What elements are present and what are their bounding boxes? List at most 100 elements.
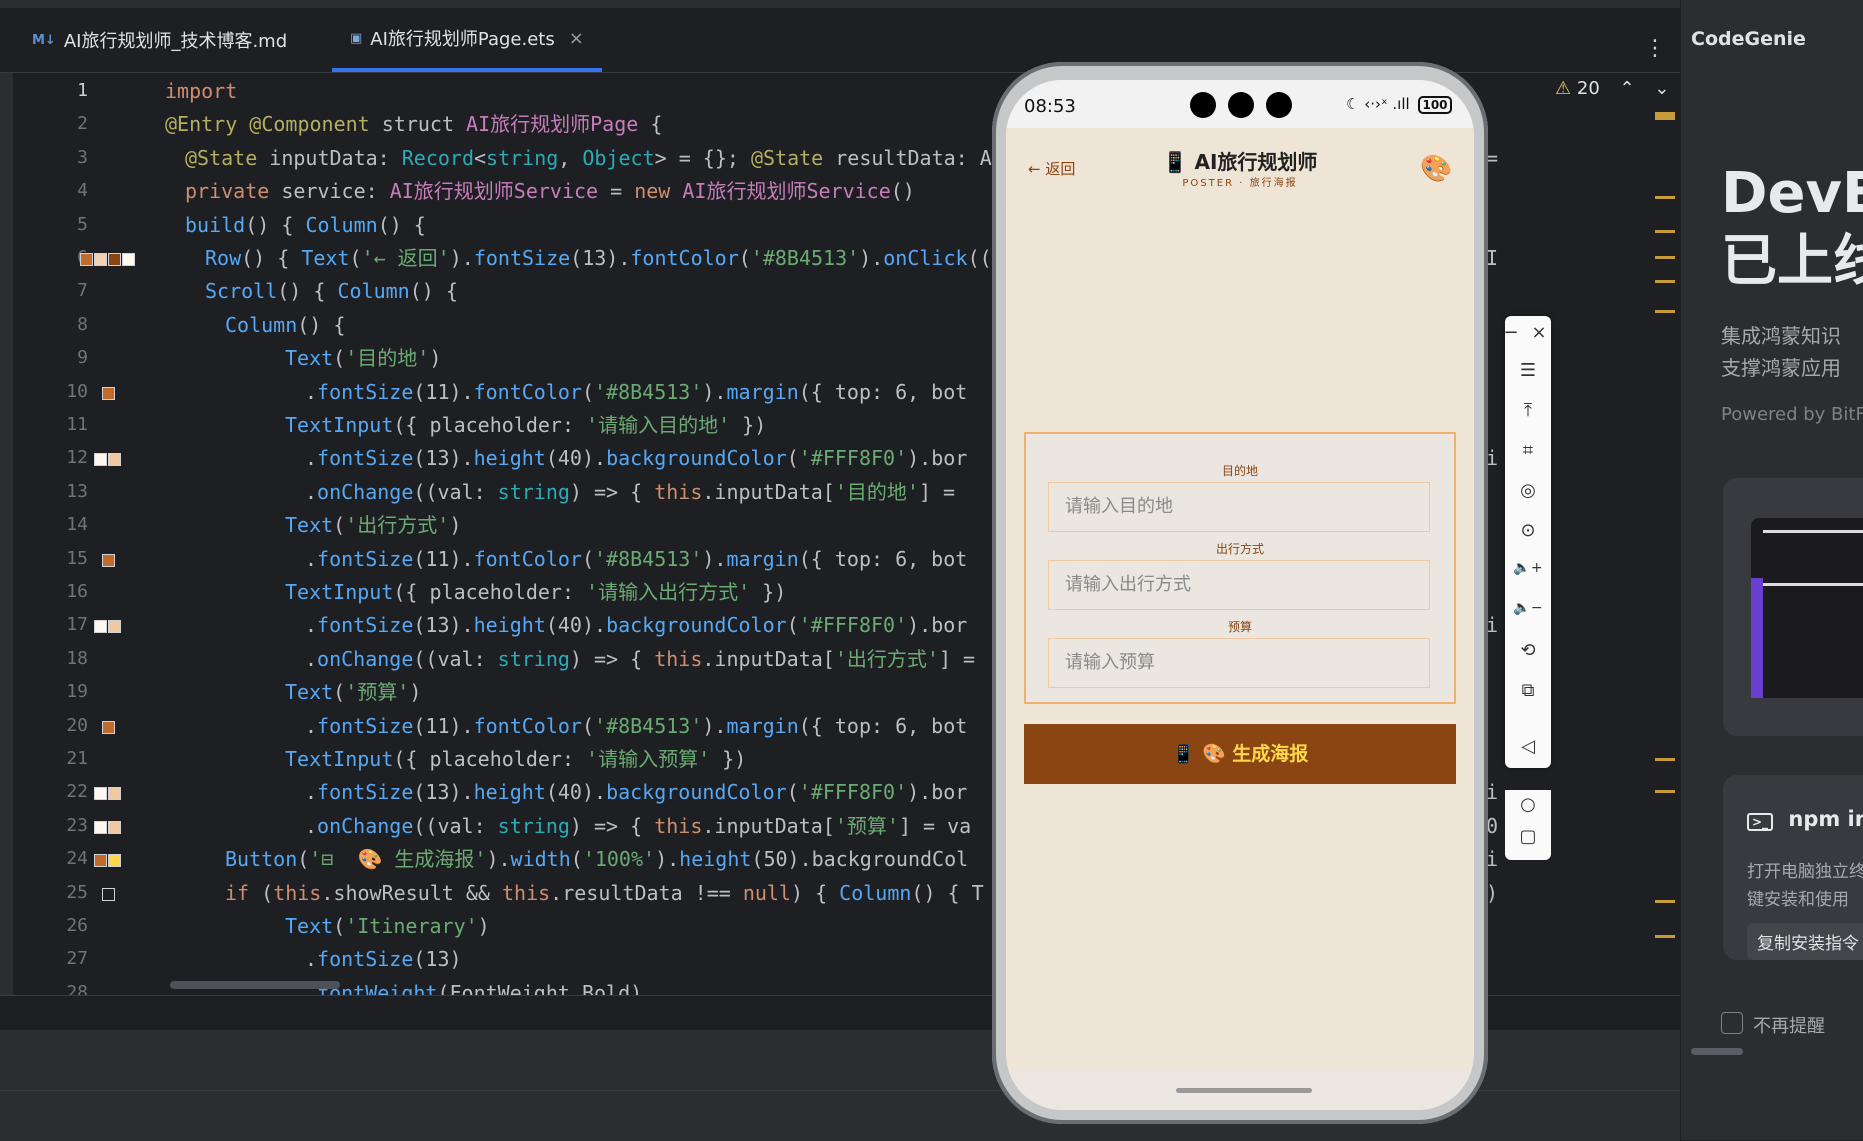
more-options-icon[interactable]: ⋮ (1644, 36, 1666, 61)
headline-line-1: DevEc (1721, 161, 1863, 226)
code-line[interactable]: if (this.showResult && this.resultData !… (225, 877, 984, 910)
code-token: .inputData[ (702, 813, 835, 838)
code-token: AI旅行规划师Service (682, 179, 891, 204)
color-swatch-icon[interactable] (102, 720, 115, 734)
code-token: margin (726, 546, 799, 571)
generate-poster-button[interactable]: 📱 🎨 生成海报 (1024, 724, 1456, 784)
code-line[interactable]: TextInput({ placeholder: '请输入预算' }) (285, 743, 746, 776)
budget-label: 预算 (1227, 620, 1252, 634)
code-line[interactable]: import (165, 75, 237, 108)
travel-mode-input[interactable]: 请输入出行方式 (1048, 560, 1430, 610)
code-line[interactable]: Text('Itinerary') (285, 910, 490, 943)
code-line[interactable]: @State inputData: Record<string, Object>… (185, 142, 992, 175)
code-token: private (185, 179, 270, 204)
code-token: Button (225, 847, 298, 872)
volume-down-icon[interactable]: 🔈− (1505, 600, 1551, 616)
code-line[interactable]: Text('出行方式') (285, 509, 461, 542)
rotate-icon[interactable]: ⟲ (1505, 640, 1551, 661)
screenshot-icon[interactable]: ⊙ (1505, 520, 1551, 541)
code-token: (11). (413, 379, 474, 404)
color-swatch-icon[interactable] (108, 854, 121, 868)
pin-top-icon[interactable]: ⤒ (1505, 400, 1551, 421)
code-token: Text (285, 680, 334, 705)
menu-icon[interactable]: ☰ (1505, 360, 1551, 381)
color-swatch-icon[interactable] (108, 820, 121, 834)
dont-remind-checkbox[interactable] (1721, 1012, 1743, 1034)
color-swatch-icon[interactable] (108, 253, 121, 266)
code-token: () (890, 179, 915, 204)
line-number: 12 (66, 447, 88, 469)
code-token: @State (750, 145, 824, 170)
crop-icon[interactable]: ⌗ (1505, 440, 1551, 461)
code-token: TextInput (285, 580, 394, 604)
recents-nav-icon[interactable]: ▢ (1505, 826, 1551, 847)
color-swatch-icon[interactable] (94, 787, 107, 801)
status-time: 08:53 (1024, 96, 1076, 117)
tab-ets-file[interactable]: ▣ AI旅行规划师Page.ets × (332, 8, 602, 72)
codegenie-headline: DevEc 已上线 (1721, 160, 1863, 296)
color-swatch-icon[interactable] (94, 854, 107, 868)
color-swatch-icon[interactable] (80, 253, 93, 266)
code-line[interactable]: @Entry @Component struct AI旅行规划师Page { (165, 108, 662, 141)
previous-warning-icon[interactable]: ⌃ (1620, 78, 1635, 99)
code-line[interactable]: .fontWeight(FontWeight.Bold) (305, 977, 642, 995)
home-nav-icon[interactable]: ○ (1505, 794, 1551, 815)
code-line[interactable]: .fontSize(11).fontColor('#8B4513').margi… (305, 543, 967, 576)
promo-card[interactable] (1723, 478, 1863, 736)
screen-record-icon[interactable]: ◎ (1505, 480, 1551, 501)
code-line[interactable]: .fontSize(13) (305, 943, 462, 976)
code-line[interactable]: Text('预算') (285, 676, 421, 709)
code-line[interactable]: Column() { (225, 309, 345, 342)
code-token: Row (205, 246, 242, 270)
home-indicator[interactable] (1176, 1088, 1312, 1093)
back-nav-icon[interactable]: ◁ (1505, 736, 1551, 757)
palette-icon[interactable]: 🎨 (1420, 154, 1452, 184)
code-line[interactable]: .fontSize(13).height(40).backgroundColor… (305, 442, 967, 475)
code-line[interactable]: Row() { Text('← 返回').fontSize(13).fontCo… (205, 242, 992, 275)
horizontal-scrollbar[interactable] (170, 981, 340, 989)
color-swatch-icon[interactable] (102, 553, 115, 567)
color-swatch-icon[interactable] (122, 253, 135, 266)
code-line[interactable]: Button('⊟ 🎨 生成海报').width('100%').height(… (225, 843, 968, 876)
code-line[interactable]: .onChange((val: string) => { this.inputD… (305, 643, 975, 676)
budget-input[interactable]: 请输入预算 (1048, 638, 1430, 688)
code-line[interactable]: build() { Column() { (185, 209, 426, 242)
color-swatch-icon[interactable] (108, 787, 121, 801)
color-swatch-icon[interactable] (94, 253, 107, 266)
code-token: fontSize (317, 446, 414, 471)
multi-window-icon[interactable]: ⧉ (1505, 680, 1551, 701)
code-line[interactable]: Scroll() { Column() { (205, 275, 458, 308)
destination-input[interactable]: 请输入目的地 (1048, 482, 1430, 532)
color-swatch-icon[interactable] (108, 453, 121, 467)
volume-up-icon[interactable]: 🔈+ (1505, 560, 1551, 576)
minimize-icon[interactable]: − (1499, 322, 1523, 343)
code-line[interactable]: .onChange((val: string) => { this.inputD… (305, 810, 971, 843)
code-line[interactable]: .fontSize(11).fontColor('#8B4513').margi… (305, 376, 967, 409)
code-line[interactable]: .fontSize(13).height(40).backgroundColor… (305, 609, 967, 642)
code-line[interactable]: .onChange((val: string) => { this.inputD… (305, 476, 955, 509)
travel-mode-label: 出行方式 (1215, 542, 1264, 556)
color-swatch-icon[interactable] (94, 620, 107, 634)
color-swatch-icon[interactable] (94, 820, 107, 834)
editor-error-stripe[interactable] (1648, 73, 1680, 995)
color-swatch-icon[interactable] (94, 453, 107, 467)
color-swatch-icon[interactable] (102, 386, 115, 400)
code-line[interactable]: private service: AI旅行规划师Service = new AI… (185, 175, 915, 208)
code-token: ). (907, 613, 932, 638)
panel-scrollbar[interactable] (1691, 1048, 1743, 1055)
code-token: fontSize (317, 713, 414, 738)
code-token: onChange (317, 813, 414, 838)
color-swatch-icon[interactable] (108, 620, 121, 634)
color-swatch-icon[interactable] (102, 887, 115, 901)
code-line[interactable]: TextInput({ placeholder: '请输入目的地' }) (285, 409, 766, 442)
code-line[interactable]: Text('目的地') (285, 342, 441, 375)
code-line[interactable]: TextInput({ placeholder: '请输入出行方式' }) (285, 576, 786, 609)
close-icon[interactable]: × (1527, 322, 1551, 343)
tab-markdown-file[interactable]: M↓ AI旅行规划师_技术博客.md (32, 8, 287, 72)
code-token: height (473, 613, 546, 638)
code-line[interactable]: .fontSize(13).height(40).backgroundColor… (305, 776, 967, 809)
code-line[interactable]: .fontSize(11).fontColor('#8B4513').margi… (305, 710, 967, 743)
close-tab-icon[interactable]: × (569, 28, 584, 49)
copy-install-button[interactable]: 复制安装指令 (1747, 923, 1863, 960)
code-token: ). (859, 246, 884, 270)
